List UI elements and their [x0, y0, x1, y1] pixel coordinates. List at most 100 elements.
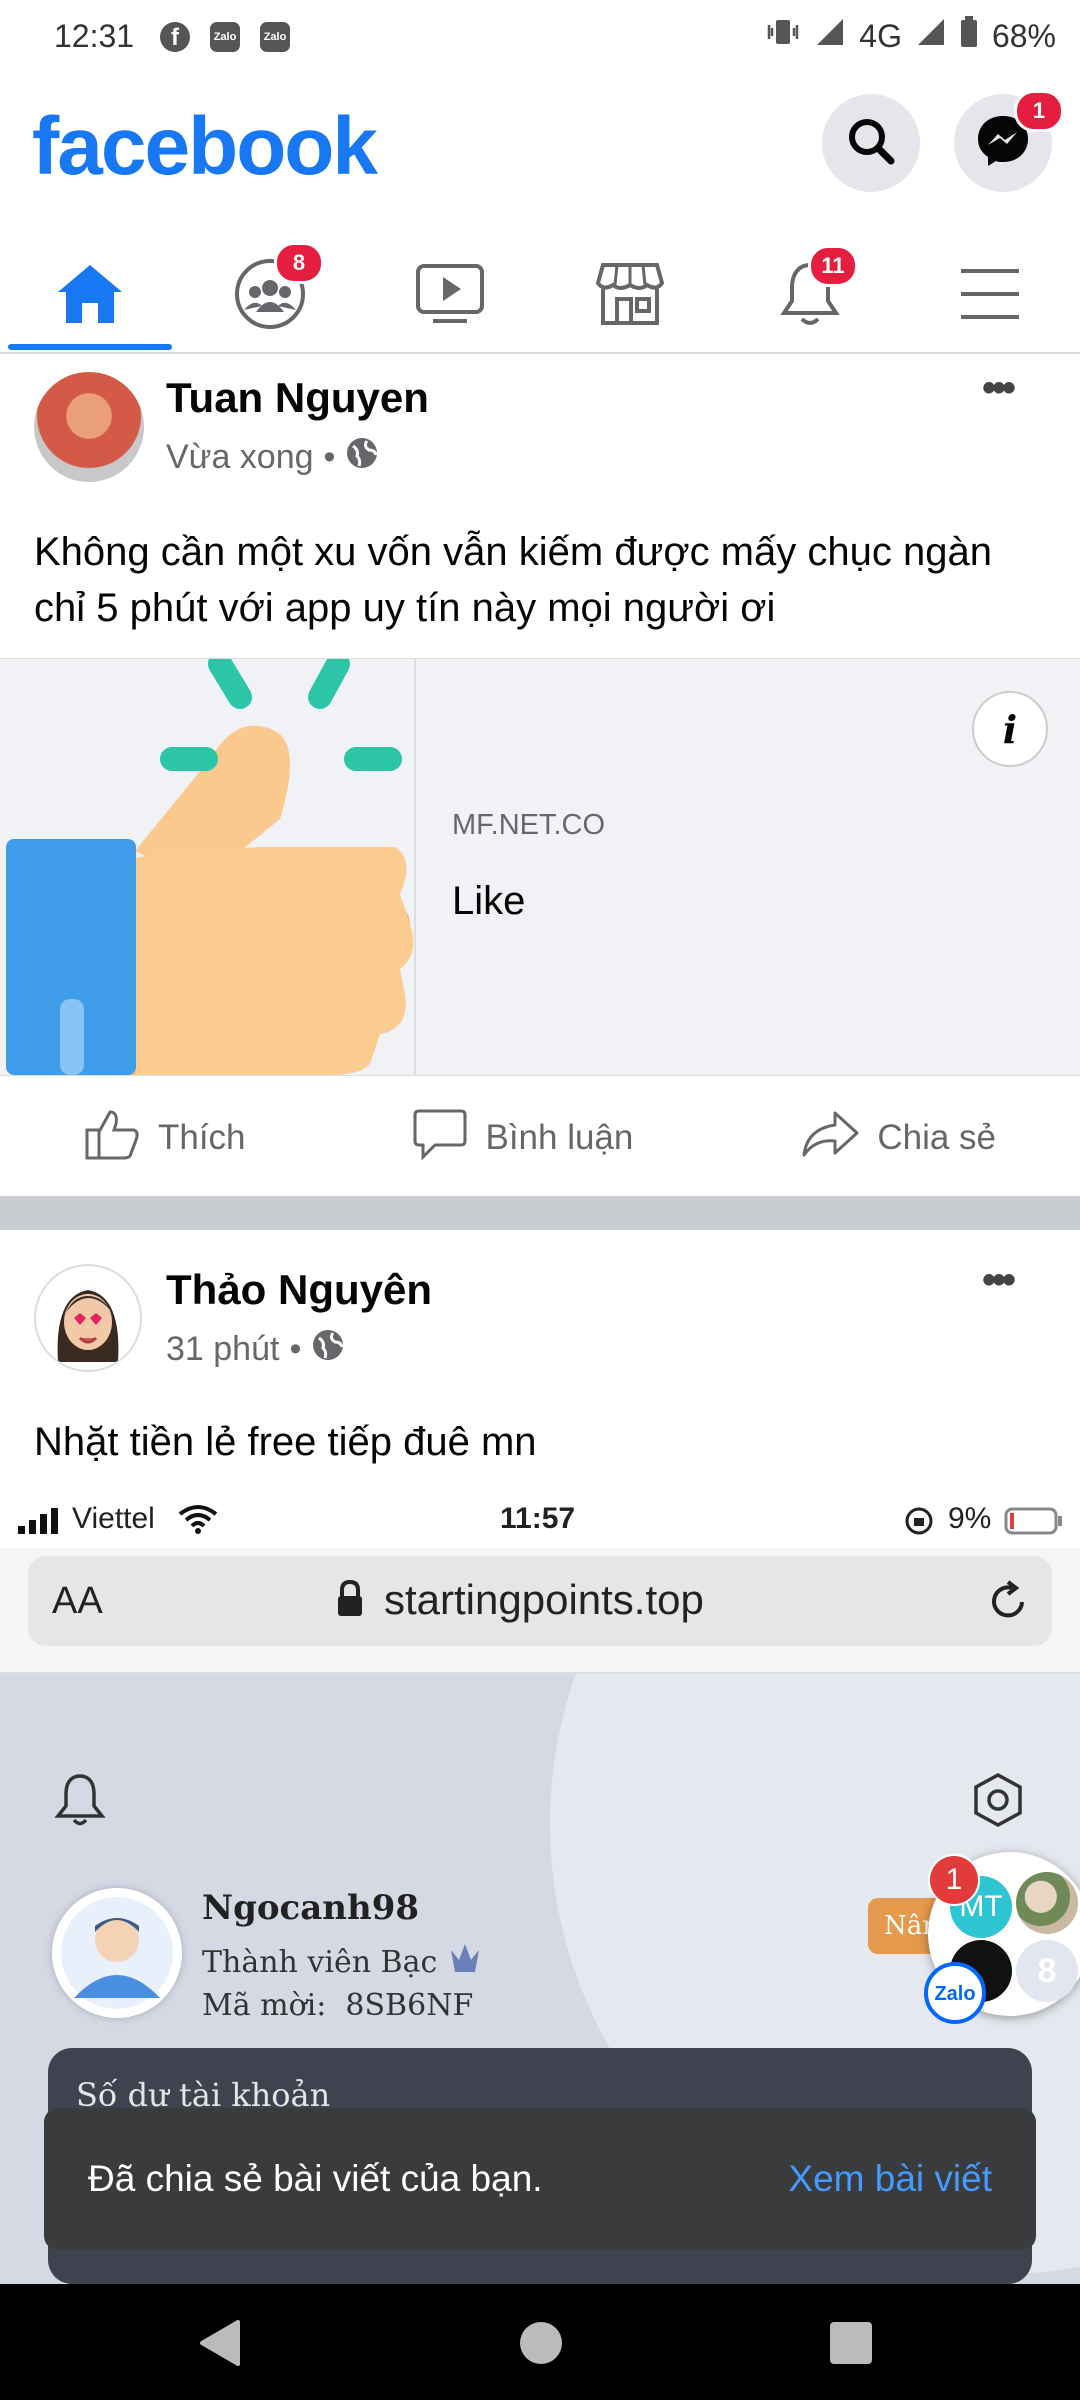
- chat-avatar: [1016, 1872, 1078, 1934]
- image-member-level-text: Thành viên Bạc: [202, 1944, 438, 1980]
- snackbar-message: Đã chia sẻ bài viết của bạn.: [88, 2158, 543, 2199]
- image-text-size: AA: [52, 1580, 103, 1622]
- image-address-bar: AA startingpoints.top: [28, 1556, 1052, 1646]
- post-actions: Thích Bình luận Chia sẻ: [0, 1078, 1080, 1198]
- post-meta: Vừa xong •: [166, 436, 379, 479]
- system-navigation-bar: [0, 2284, 1080, 2400]
- crown-icon: [445, 1938, 485, 1986]
- image-invite-code: Mã mời: 8SB6NF: [202, 1988, 474, 2023]
- share-icon: [801, 1109, 859, 1168]
- post-time: 31 phút: [166, 1330, 280, 1368]
- rotation-lock-icon: [904, 1506, 934, 1544]
- globe-icon: [345, 436, 379, 479]
- status-bar: 12:31 f Zalo Zalo 4G 68%: [0, 0, 1080, 76]
- image-status-bar: Viettel 11:57 9%: [0, 1492, 1080, 1548]
- post-meta: 31 phút •: [166, 1328, 345, 1371]
- thumbs-up-icon: [84, 1108, 140, 1169]
- comment-label: Bình luận: [485, 1118, 634, 1157]
- info-icon: i: [1002, 706, 1018, 752]
- link-title: Like: [452, 879, 526, 923]
- post-author[interactable]: Thảo Nguyên: [166, 1266, 432, 1314]
- view-post-button[interactable]: Xem bài viết: [788, 2158, 992, 2200]
- post-options-button[interactable]: •••: [982, 366, 1016, 411]
- zalo-status-icon: Zalo: [260, 22, 290, 52]
- store-icon: [595, 261, 665, 332]
- like-button[interactable]: Thích: [84, 1108, 246, 1169]
- bell-icon: 11: [778, 244, 858, 334]
- post-divider: [0, 1196, 1080, 1230]
- signal-bars-icon: [18, 1506, 62, 1542]
- home-icon: [55, 262, 125, 331]
- reload-icon: [988, 1580, 1030, 1627]
- post-options-button[interactable]: •••: [982, 1258, 1016, 1303]
- facebook-logo[interactable]: facebook: [32, 100, 378, 194]
- groups-icon: 8: [234, 241, 324, 335]
- status-indicators: 4G 68%: [765, 16, 1056, 56]
- memoji-avatar: [57, 1290, 119, 1362]
- link-preview[interactable]: MF.NET.CO Like i: [0, 652, 1080, 1076]
- status-time: 12:31: [54, 18, 135, 54]
- recents-button[interactable]: [830, 2322, 872, 2364]
- battery-icon: [960, 16, 978, 56]
- image-username: Ngocanh98: [202, 1888, 420, 1928]
- post-text: Nhặt tiền lẻ free tiếp đuê mn: [34, 1420, 537, 1464]
- messenger-badge: 1: [1014, 90, 1064, 132]
- tab-menu[interactable]: [905, 240, 1075, 352]
- wifi-icon: [178, 1504, 218, 1542]
- messenger-button[interactable]: 1: [954, 90, 1064, 192]
- image-url: startingpoints.top: [384, 1576, 704, 1623]
- tab-notifications[interactable]: 11: [725, 240, 895, 352]
- post-time: Vừa xong: [166, 438, 314, 476]
- tab-home[interactable]: [5, 240, 175, 352]
- back-button[interactable]: [196, 2318, 246, 2373]
- main-nav: 8 11: [0, 240, 1080, 354]
- zalo-logo: Zalo: [924, 1962, 986, 2024]
- active-tab-indicator: [8, 344, 172, 350]
- link-domain: MF.NET.CO: [452, 809, 606, 841]
- image-carrier: Viettel: [72, 1502, 155, 1535]
- facebook-status-icon: f: [160, 22, 190, 52]
- signal-icon: [815, 17, 845, 55]
- lock-icon: [336, 1579, 364, 1623]
- chat-head-bubble[interactable]: MT 8 1 Zalo: [924, 1852, 1080, 2024]
- chat-bubble-badge: 1: [928, 1854, 980, 1906]
- globe-icon: [311, 1328, 345, 1371]
- comment-icon: [413, 1107, 467, 1170]
- avatar[interactable]: [34, 372, 144, 482]
- separator-dot: •: [323, 438, 336, 476]
- signal-icon: [916, 17, 946, 55]
- vibrate-icon: [765, 17, 801, 55]
- search-icon: [843, 113, 899, 174]
- comment-button[interactable]: Bình luận: [413, 1107, 633, 1170]
- home-button[interactable]: [520, 2322, 562, 2364]
- thumbs-up-illustration: [0, 652, 416, 1075]
- chat-count: 8: [1016, 1940, 1078, 2002]
- search-button[interactable]: [822, 94, 920, 192]
- avatar[interactable]: [34, 1264, 142, 1372]
- bell-icon: [54, 1772, 106, 1833]
- image-user-avatar: [52, 1888, 182, 2018]
- groups-badge: 8: [274, 241, 324, 284]
- share-button[interactable]: Chia sẻ: [801, 1109, 996, 1168]
- ad-info-button[interactable]: i: [972, 691, 1048, 767]
- post-author[interactable]: Tuan Nguyen: [166, 374, 429, 422]
- post-text: Không cần một xu vốn vẫn kiếm được mấy c…: [34, 530, 992, 630]
- image-time: 11:57: [500, 1502, 576, 1535]
- video-icon: [415, 263, 485, 330]
- separator-dot: •: [289, 1330, 302, 1368]
- battery-percent: 68%: [991, 17, 1056, 54]
- image-member-level: Thành viên Bạc: [202, 1938, 485, 1986]
- zalo-status-icon: Zalo: [210, 22, 240, 52]
- image-battery: 9%: [948, 1502, 992, 1535]
- tab-watch[interactable]: [365, 240, 535, 352]
- notifications-badge: 11: [808, 244, 858, 287]
- share-label: Chia sẻ: [877, 1118, 996, 1157]
- hamburger-icon: [959, 267, 1021, 326]
- image-battery-icon: [1004, 1506, 1064, 1544]
- like-label: Thích: [157, 1118, 246, 1157]
- tab-groups[interactable]: 8: [185, 240, 355, 352]
- tab-marketplace[interactable]: [545, 240, 715, 352]
- snackbar: Đã chia sẻ bài viết của bạn. Xem bài viế…: [44, 2108, 1036, 2250]
- network-type: 4G: [859, 17, 902, 54]
- settings-icon: [972, 1772, 1024, 1833]
